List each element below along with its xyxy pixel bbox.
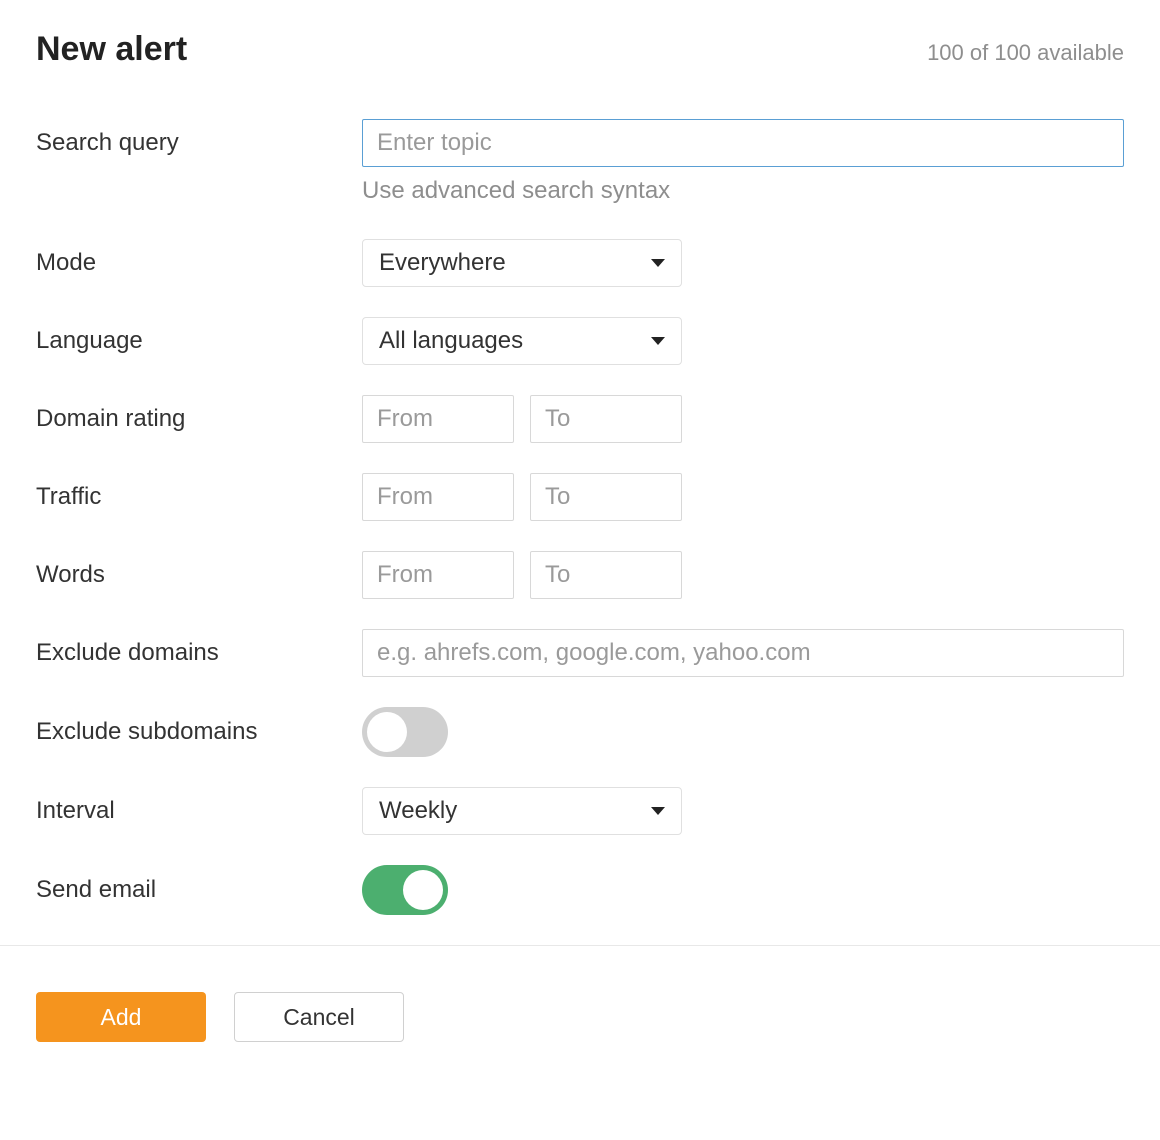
- words-label: Words: [36, 561, 362, 589]
- availability-text: 100 of 100 available: [927, 40, 1124, 66]
- mode-label: Mode: [36, 249, 362, 277]
- domain-rating-from-input[interactable]: [362, 395, 514, 443]
- dialog-header: New alert 100 of 100 available: [36, 30, 1124, 69]
- search-query-label: Search query: [36, 129, 362, 157]
- exclude-domains-label: Exclude domains: [36, 639, 362, 667]
- interval-select-value: Weekly: [379, 797, 457, 825]
- exclude-domains-input[interactable]: [362, 629, 1124, 677]
- language-select[interactable]: All languages: [362, 317, 682, 365]
- toggle-knob-icon: [403, 870, 443, 910]
- interval-label: Interval: [36, 797, 362, 825]
- chevron-down-icon: [651, 807, 665, 815]
- mode-select[interactable]: Everywhere: [362, 239, 682, 287]
- send-email-label: Send email: [36, 876, 362, 904]
- chevron-down-icon: [651, 259, 665, 267]
- traffic-from-input[interactable]: [362, 473, 514, 521]
- add-button[interactable]: Add: [36, 992, 206, 1042]
- traffic-to-input[interactable]: [530, 473, 682, 521]
- words-from-input[interactable]: [362, 551, 514, 599]
- page-title: New alert: [36, 30, 187, 69]
- words-to-input[interactable]: [530, 551, 682, 599]
- mode-select-value: Everywhere: [379, 249, 506, 277]
- send-email-toggle[interactable]: [362, 865, 448, 915]
- language-label: Language: [36, 327, 362, 355]
- search-query-input[interactable]: [362, 119, 1124, 167]
- cancel-button[interactable]: Cancel: [234, 992, 404, 1042]
- exclude-subdomains-toggle[interactable]: [362, 707, 448, 757]
- language-select-value: All languages: [379, 327, 523, 355]
- dialog-footer: Add Cancel: [0, 945, 1160, 1088]
- search-query-hint: Use advanced search syntax: [362, 177, 670, 205]
- exclude-subdomains-label: Exclude subdomains: [36, 718, 362, 746]
- chevron-down-icon: [651, 337, 665, 345]
- domain-rating-to-input[interactable]: [530, 395, 682, 443]
- toggle-knob-icon: [367, 712, 407, 752]
- domain-rating-label: Domain rating: [36, 405, 362, 433]
- interval-select[interactable]: Weekly: [362, 787, 682, 835]
- traffic-label: Traffic: [36, 483, 362, 511]
